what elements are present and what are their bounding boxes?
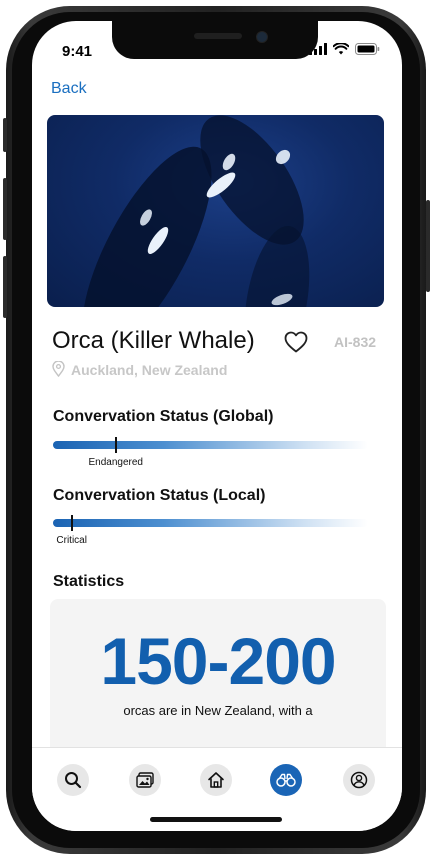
mute-switch bbox=[3, 118, 7, 152]
volume-up-button bbox=[3, 178, 7, 240]
binoculars-icon bbox=[276, 773, 296, 787]
species-code: AI-832 bbox=[334, 334, 377, 350]
statistics-headline: 150-200 bbox=[100, 624, 336, 698]
nav-gallery[interactable] bbox=[129, 764, 161, 796]
profile-icon bbox=[350, 771, 368, 789]
local-status-marker bbox=[70, 515, 73, 531]
notch bbox=[112, 21, 318, 59]
home-icon bbox=[208, 772, 224, 788]
wifi-icon bbox=[333, 43, 349, 55]
status-time: 9:41 bbox=[62, 43, 93, 60]
statistics-title: Statistics bbox=[53, 573, 125, 590]
screen: 9:41 Back Orca (Killer Whale) AI-832 Auc… bbox=[32, 21, 402, 831]
nav-home[interactable] bbox=[200, 764, 232, 796]
bottom-nav bbox=[32, 747, 402, 831]
status-icons bbox=[309, 43, 380, 55]
volume-down-button bbox=[3, 256, 7, 318]
location-pin-icon bbox=[52, 361, 65, 377]
species-name: Orca (Killer Whale) bbox=[52, 327, 255, 354]
front-camera bbox=[256, 31, 268, 43]
local-status-label: Critical bbox=[56, 535, 87, 546]
heart-icon[interactable] bbox=[284, 331, 308, 353]
gallery-icon bbox=[136, 772, 154, 788]
species-location: Auckland, New Zealand bbox=[71, 362, 228, 378]
statistics-description: orcas are in New Zealand, with a bbox=[123, 703, 313, 718]
global-status-label: Endangered bbox=[88, 457, 144, 468]
nav-profile[interactable] bbox=[343, 764, 375, 796]
local-status-bar bbox=[53, 519, 368, 527]
battery-icon bbox=[355, 43, 380, 55]
global-status-marker bbox=[115, 437, 117, 453]
power-button bbox=[426, 200, 430, 292]
nav-explore[interactable] bbox=[270, 764, 302, 796]
species-photo bbox=[47, 115, 384, 307]
local-status-title: Convervation Status (Local) bbox=[53, 487, 266, 504]
global-status-bar bbox=[53, 441, 368, 449]
speaker-grille bbox=[194, 33, 242, 39]
search-icon bbox=[65, 772, 82, 789]
nav-search[interactable] bbox=[57, 764, 89, 796]
home-indicator[interactable] bbox=[150, 817, 282, 822]
back-link[interactable]: Back bbox=[51, 80, 87, 98]
global-status-title: Convervation Status (Global) bbox=[53, 408, 274, 425]
